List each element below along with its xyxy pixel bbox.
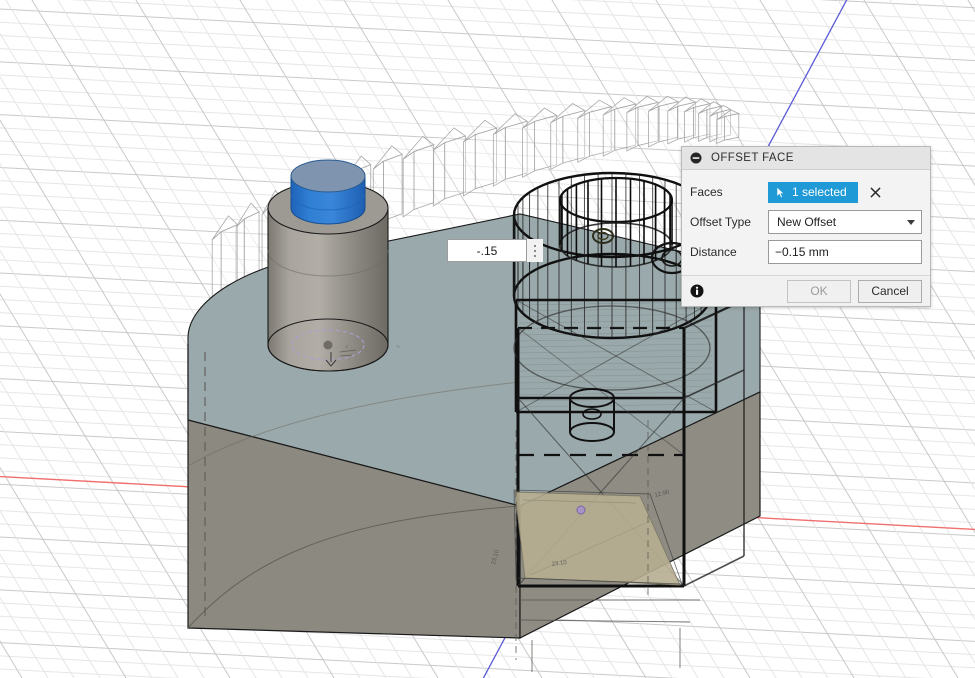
offset-type-label: Offset Type — [690, 215, 751, 229]
selected-face-highlight[interactable] — [290, 159, 366, 225]
dialog-footer: OK Cancel — [682, 275, 930, 306]
offset-type-value: New Offset — [777, 215, 837, 229]
distance-value-input[interactable]: -.15 — [447, 239, 527, 262]
dialog-body: Faces 1 selected Offset Type New Offset … — [682, 170, 930, 275]
faces-selection-count: 1 selected — [792, 185, 847, 199]
svg-text:⌀: ⌀ — [345, 344, 348, 350]
offset-type-dropdown[interactable]: New Offset — [768, 210, 922, 234]
distance-row: Distance −0.15 mm — [682, 237, 930, 267]
3d-scene[interactable]: ⌀ ∿ 12.90 23.10 23.10 — [0, 0, 975, 678]
chevron-down-icon — [907, 219, 915, 225]
value-editor-drag-handle[interactable] — [527, 239, 543, 262]
svg-text:∿: ∿ — [396, 344, 400, 350]
faces-selection-chip[interactable]: 1 selected — [768, 181, 858, 203]
minus-circle-icon[interactable] — [690, 152, 702, 164]
distance-value: −0.15 mm — [775, 245, 829, 259]
cancel-button[interactable]: Cancel — [858, 279, 922, 303]
faces-label: Faces — [690, 185, 723, 199]
application-viewport: ⌀ ∿ 12.90 23.10 23.10 -.15 OFFSET FACE F… — [0, 0, 975, 678]
offset-type-row: Offset Type New Offset — [682, 207, 930, 237]
distance-input[interactable]: −0.15 mm — [768, 240, 922, 264]
dialog-header[interactable]: OFFSET FACE — [682, 147, 930, 170]
close-icon[interactable] — [868, 185, 883, 200]
dialog-title: OFFSET FACE — [711, 152, 794, 164]
faces-row: Faces 1 selected — [682, 177, 930, 207]
ok-button[interactable]: OK — [787, 279, 851, 303]
distance-label: Distance — [690, 245, 737, 259]
offset-face-dialog[interactable]: OFFSET FACE Faces 1 selected Offset Type… — [681, 146, 931, 307]
distance-value-editor[interactable]: -.15 — [447, 239, 543, 262]
cursor-arrow-icon — [776, 185, 787, 199]
dialog-buttons: OK Cancel — [787, 279, 922, 303]
info-icon[interactable] — [690, 284, 704, 298]
